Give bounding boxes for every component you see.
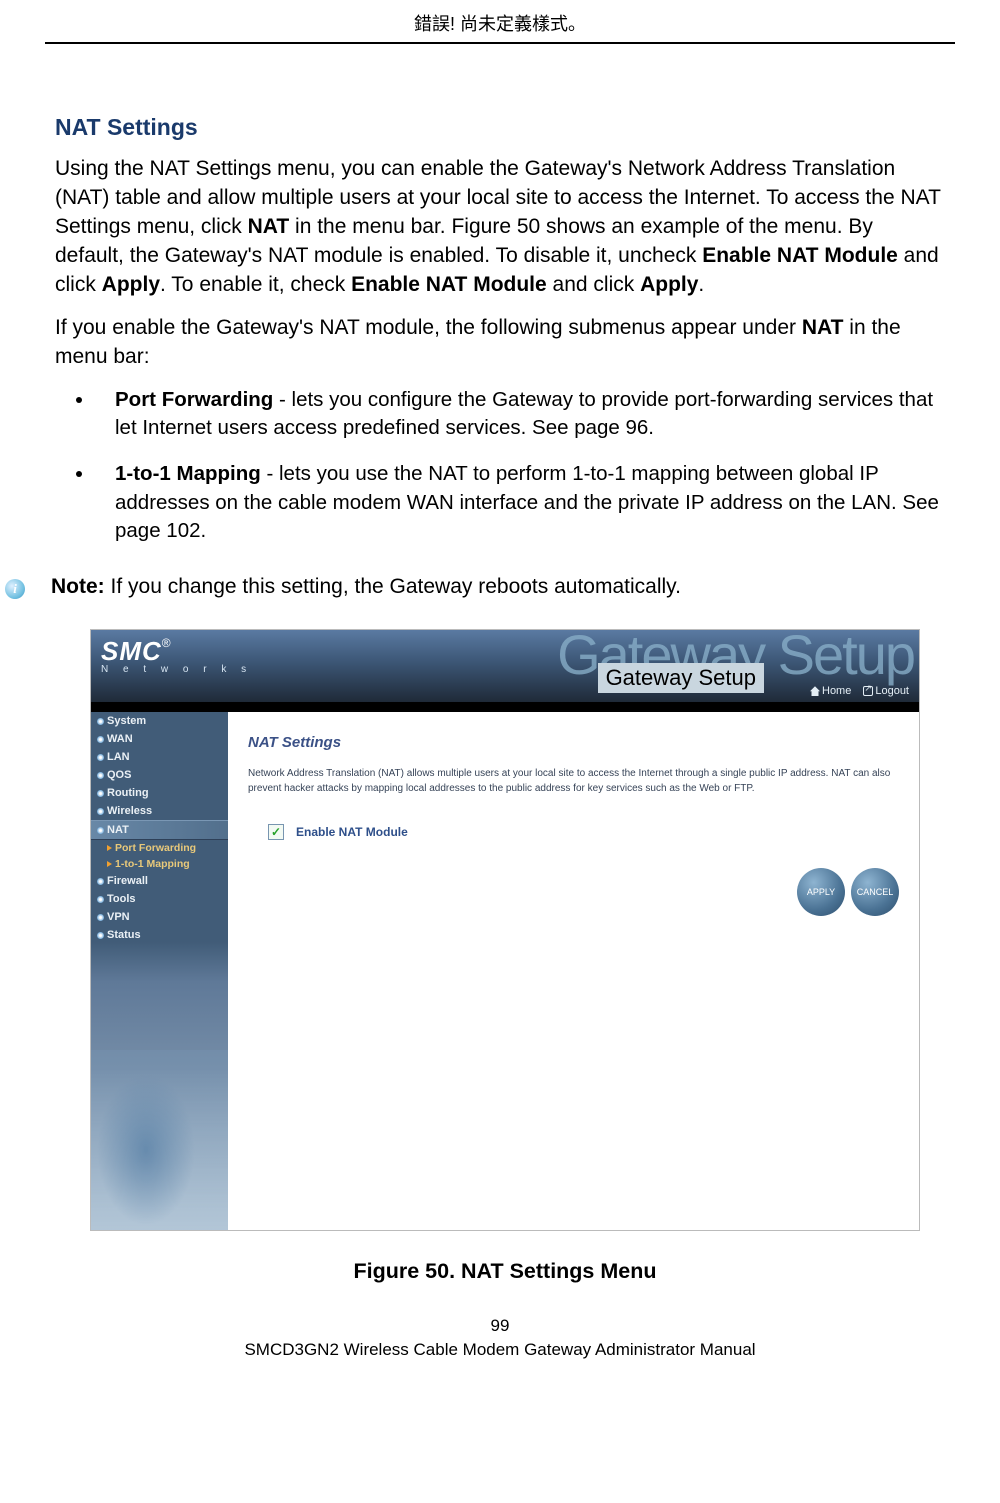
sidebar-item-wan[interactable]: WAN [91,730,228,748]
page-number: 99 [0,1316,1000,1336]
sidebar-sub-1to1[interactable]: 1-to-1 Mapping [91,856,228,872]
paragraph-1: Using the NAT Settings menu, you can ena… [55,155,945,300]
bullet-icon [97,808,104,815]
logout-link[interactable]: Logout [863,685,909,697]
apply-button[interactable]: APPLY [797,868,845,916]
sidebar-item-tools[interactable]: Tools [91,890,228,908]
bullet-icon [97,896,104,903]
bullet-list: Port Forwarding - lets you configure the… [55,386,945,545]
logout-icon [863,686,873,696]
bullet-icon [97,772,104,779]
header-rule [45,42,955,44]
bold: NAT [248,215,290,238]
enable-nat-label: Enable NAT Module [296,825,408,839]
bullet-icon [97,932,104,939]
triangle-icon [107,861,112,867]
bullet-item-1: Port Forwarding - lets you configure the… [95,386,945,443]
paragraph-2: If you enable the Gateway's NAT module, … [55,314,945,372]
bold: Enable NAT Module [351,273,547,296]
sidebar-illustration [91,1050,228,1230]
panel-title: NAT Settings [248,734,899,751]
section-title: NAT Settings [55,114,945,141]
panel-description: Network Address Translation (NAT) allows… [248,767,899,796]
footer-title: SMCD3GN2 Wireless Cable Modem Gateway Ad… [244,1340,755,1359]
note: i Note: If you change this setting, the … [5,575,945,599]
bullet-icon [97,790,104,797]
home-link[interactable]: Home [810,685,851,697]
sidebar-sub-port-forwarding[interactable]: Port Forwarding [91,840,228,856]
bullet-icon [97,754,104,761]
home-icon [810,686,820,696]
text: . [698,273,704,296]
bold: NAT [802,316,844,339]
enable-nat-checkbox[interactable]: ✓ [268,824,284,840]
sidebar-item-qos[interactable]: QOS [91,766,228,784]
page-header-error: 錯誤! 尚未定義樣式。 [0,0,1000,42]
text: and click [547,273,640,296]
bold: Note: [51,575,105,598]
registered-mark: ® [162,636,171,650]
sidebar-item-firewall[interactable]: Firewall [91,872,228,890]
sidebar-item-system[interactable]: System [91,712,228,730]
gateway-overlay-text: Gateway Setup [598,663,764,693]
bullet-icon [97,736,104,743]
sidebar-item-wireless[interactable]: Wireless [91,802,228,820]
sidebar-item-lan[interactable]: LAN [91,748,228,766]
sidebar-item-nat[interactable]: NAT [91,820,228,840]
check-icon: ✓ [271,826,281,838]
figure-caption: Figure 50. NAT Settings Menu [90,1259,920,1284]
logo-text: SMC [101,636,162,666]
text: If you enable the Gateway's NAT module, … [55,316,802,339]
black-bar [91,702,919,712]
screenshot-header: SMC® N e t w o r k s Gateway Setup Gatew… [91,630,919,702]
sidebar-item-vpn[interactable]: VPN [91,908,228,926]
sidebar-item-status[interactable]: Status [91,926,228,944]
bullet-icon [97,718,104,725]
bullet-icon [97,914,104,921]
bold: 1-to-1 Mapping [115,462,261,485]
bold: Apply [102,273,160,296]
logo-subtext: N e t w o r k s [101,664,252,675]
text: . To enable it, check [160,273,351,296]
bold: Enable NAT Module [702,244,898,267]
info-icon: i [5,579,25,599]
bullet-icon [97,878,104,885]
smc-logo: SMC® N e t w o r k s [101,636,252,675]
sidebar-item-routing[interactable]: Routing [91,784,228,802]
main-panel: NAT Settings Network Address Translation… [228,712,919,1230]
page-footer: 99 SMCD3GN2 Wireless Cable Modem Gateway… [0,1316,1000,1380]
text: If you change this setting, the Gateway … [105,575,681,598]
sidebar: System WAN LAN QOS Routing Wireless NAT … [91,712,228,1230]
bullet-icon [97,827,104,834]
bold: Apply [640,273,698,296]
triangle-icon [107,845,112,851]
bold: Port Forwarding [115,388,273,411]
figure-screenshot: SMC® N e t w o r k s Gateway Setup Gatew… [90,629,920,1231]
cancel-button[interactable]: CANCEL [851,868,899,916]
bullet-item-2: 1-to-1 Mapping - lets you use the NAT to… [95,460,945,545]
